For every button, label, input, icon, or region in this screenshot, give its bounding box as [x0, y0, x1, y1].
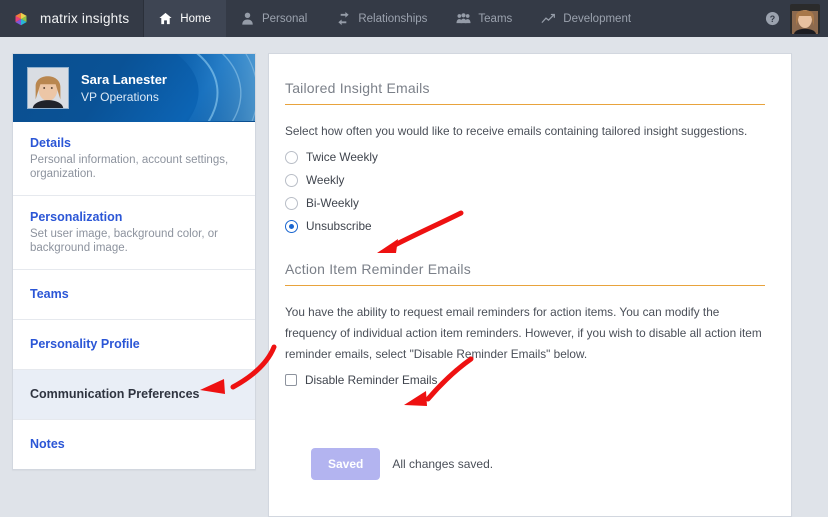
profile-identity: Sara Lanester VP Operations [81, 71, 167, 106]
nav-item-teams[interactable]: Teams [442, 0, 527, 37]
nav-item-development-label: Development [563, 12, 632, 25]
sidebar-item-personalization-desc: Set user image, background color, or bac… [30, 228, 218, 254]
checkbox-disable-reminder-emails[interactable]: Disable Reminder Emails [285, 373, 765, 387]
sidebar-item-personalization[interactable]: Personalization Set user image, backgrou… [13, 196, 255, 270]
sidebar-item-details-desc: Personal information, account settings, … [30, 154, 229, 180]
page-body: Sara Lanester VP Operations Details Pers… [0, 37, 828, 517]
radio-option-twice-weekly[interactable]: Twice Weekly [285, 150, 765, 164]
sidebar-profile-header: Sara Lanester VP Operations [13, 54, 255, 122]
nav-item-relationships-label: Relationships [358, 12, 428, 25]
radio-option-unsubscribe[interactable]: Unsubscribe [285, 219, 765, 233]
radio-unsubscribe-icon[interactable] [285, 219, 298, 233]
nav-item-personal-label: Personal [261, 12, 308, 25]
nav-right-group: ? [765, 0, 828, 37]
exchange-arrows-icon [338, 11, 350, 26]
sidebar-item-teams[interactable]: Teams [13, 270, 255, 320]
radio-weekly-icon[interactable] [285, 173, 298, 187]
checkbox-disable-reminder-emails-icon[interactable] [285, 374, 297, 386]
brand-logo[interactable]: matrix insights [0, 0, 145, 37]
radio-option-weekly[interactable]: Weekly [285, 173, 765, 187]
radio-option-twice-weekly-label: Twice Weekly [306, 150, 378, 164]
nav-item-teams-label: Teams [478, 12, 513, 25]
tailored-insight-emails-heading: Tailored Insight Emails [285, 80, 765, 105]
hexagon-logo-icon [15, 12, 27, 25]
help-circle-icon[interactable]: ? [765, 11, 780, 26]
trend-line-icon [541, 13, 556, 23]
nav-item-home[interactable]: Home [144, 0, 226, 37]
nav-item-personal[interactable]: Personal [226, 0, 322, 37]
profile-role: VP Operations [81, 89, 159, 104]
person-icon [242, 12, 253, 25]
home-icon [159, 12, 172, 25]
profile-sidebar: Sara Lanester VP Operations Details Pers… [12, 53, 256, 470]
sidebar-item-personalization-label: Personalization [30, 210, 123, 224]
people-group-icon [456, 13, 471, 24]
sidebar-item-details-label: Details [30, 136, 71, 150]
sidebar-item-details[interactable]: Details Personal information, account se… [13, 122, 255, 196]
profile-avatar[interactable] [27, 67, 69, 109]
sidebar-item-communication-preferences[interactable]: Communication Preferences [13, 370, 255, 420]
radio-option-bi-weekly-label: Bi-Weekly [306, 196, 359, 210]
sidebar-item-personality-profile[interactable]: Personality Profile [13, 320, 255, 370]
profile-name: Sara Lanester [81, 71, 167, 87]
action-item-reminder-emails-heading: Action Item Reminder Emails [285, 261, 765, 286]
avatar[interactable] [790, 3, 820, 34]
radio-option-weekly-label: Weekly [306, 173, 345, 187]
communication-preferences-panel: Tailored Insight Emails Select how often… [268, 53, 792, 517]
svg-text:?: ? [770, 14, 775, 24]
top-navigation-bar: matrix insights Home Personal Relationsh… [0, 0, 828, 37]
sidebar-item-notes-label: Notes [30, 437, 65, 451]
sidebar-item-communication-preferences-label: Communication Preferences [30, 387, 200, 401]
save-status-text: All changes saved. [392, 457, 494, 471]
radio-option-unsubscribe-label: Unsubscribe [306, 219, 372, 233]
action-item-reminder-emails-paragraph: You have the ability to request email re… [285, 305, 762, 361]
panel-footer: Saved All changes saved. [311, 448, 493, 480]
nav-item-relationships[interactable]: Relationships [322, 0, 442, 37]
sidebar-item-personality-profile-label: Personality Profile [30, 337, 140, 351]
radio-twice-weekly-icon[interactable] [285, 150, 298, 164]
checkbox-disable-reminder-emails-label: Disable Reminder Emails [305, 373, 438, 387]
sidebar-item-teams-label: Teams [30, 287, 69, 301]
radio-option-bi-weekly[interactable]: Bi-Weekly [285, 196, 765, 210]
radio-bi-weekly-icon[interactable] [285, 196, 298, 210]
sidebar-item-notes[interactable]: Notes [13, 420, 255, 469]
brand-name: matrix insights [40, 11, 130, 26]
tailored-insight-emails-description: Select how often you would like to recei… [285, 124, 748, 138]
nav-item-home-label: Home [180, 12, 211, 25]
nav-item-development[interactable]: Development [527, 0, 646, 37]
save-button[interactable]: Saved [311, 448, 381, 480]
